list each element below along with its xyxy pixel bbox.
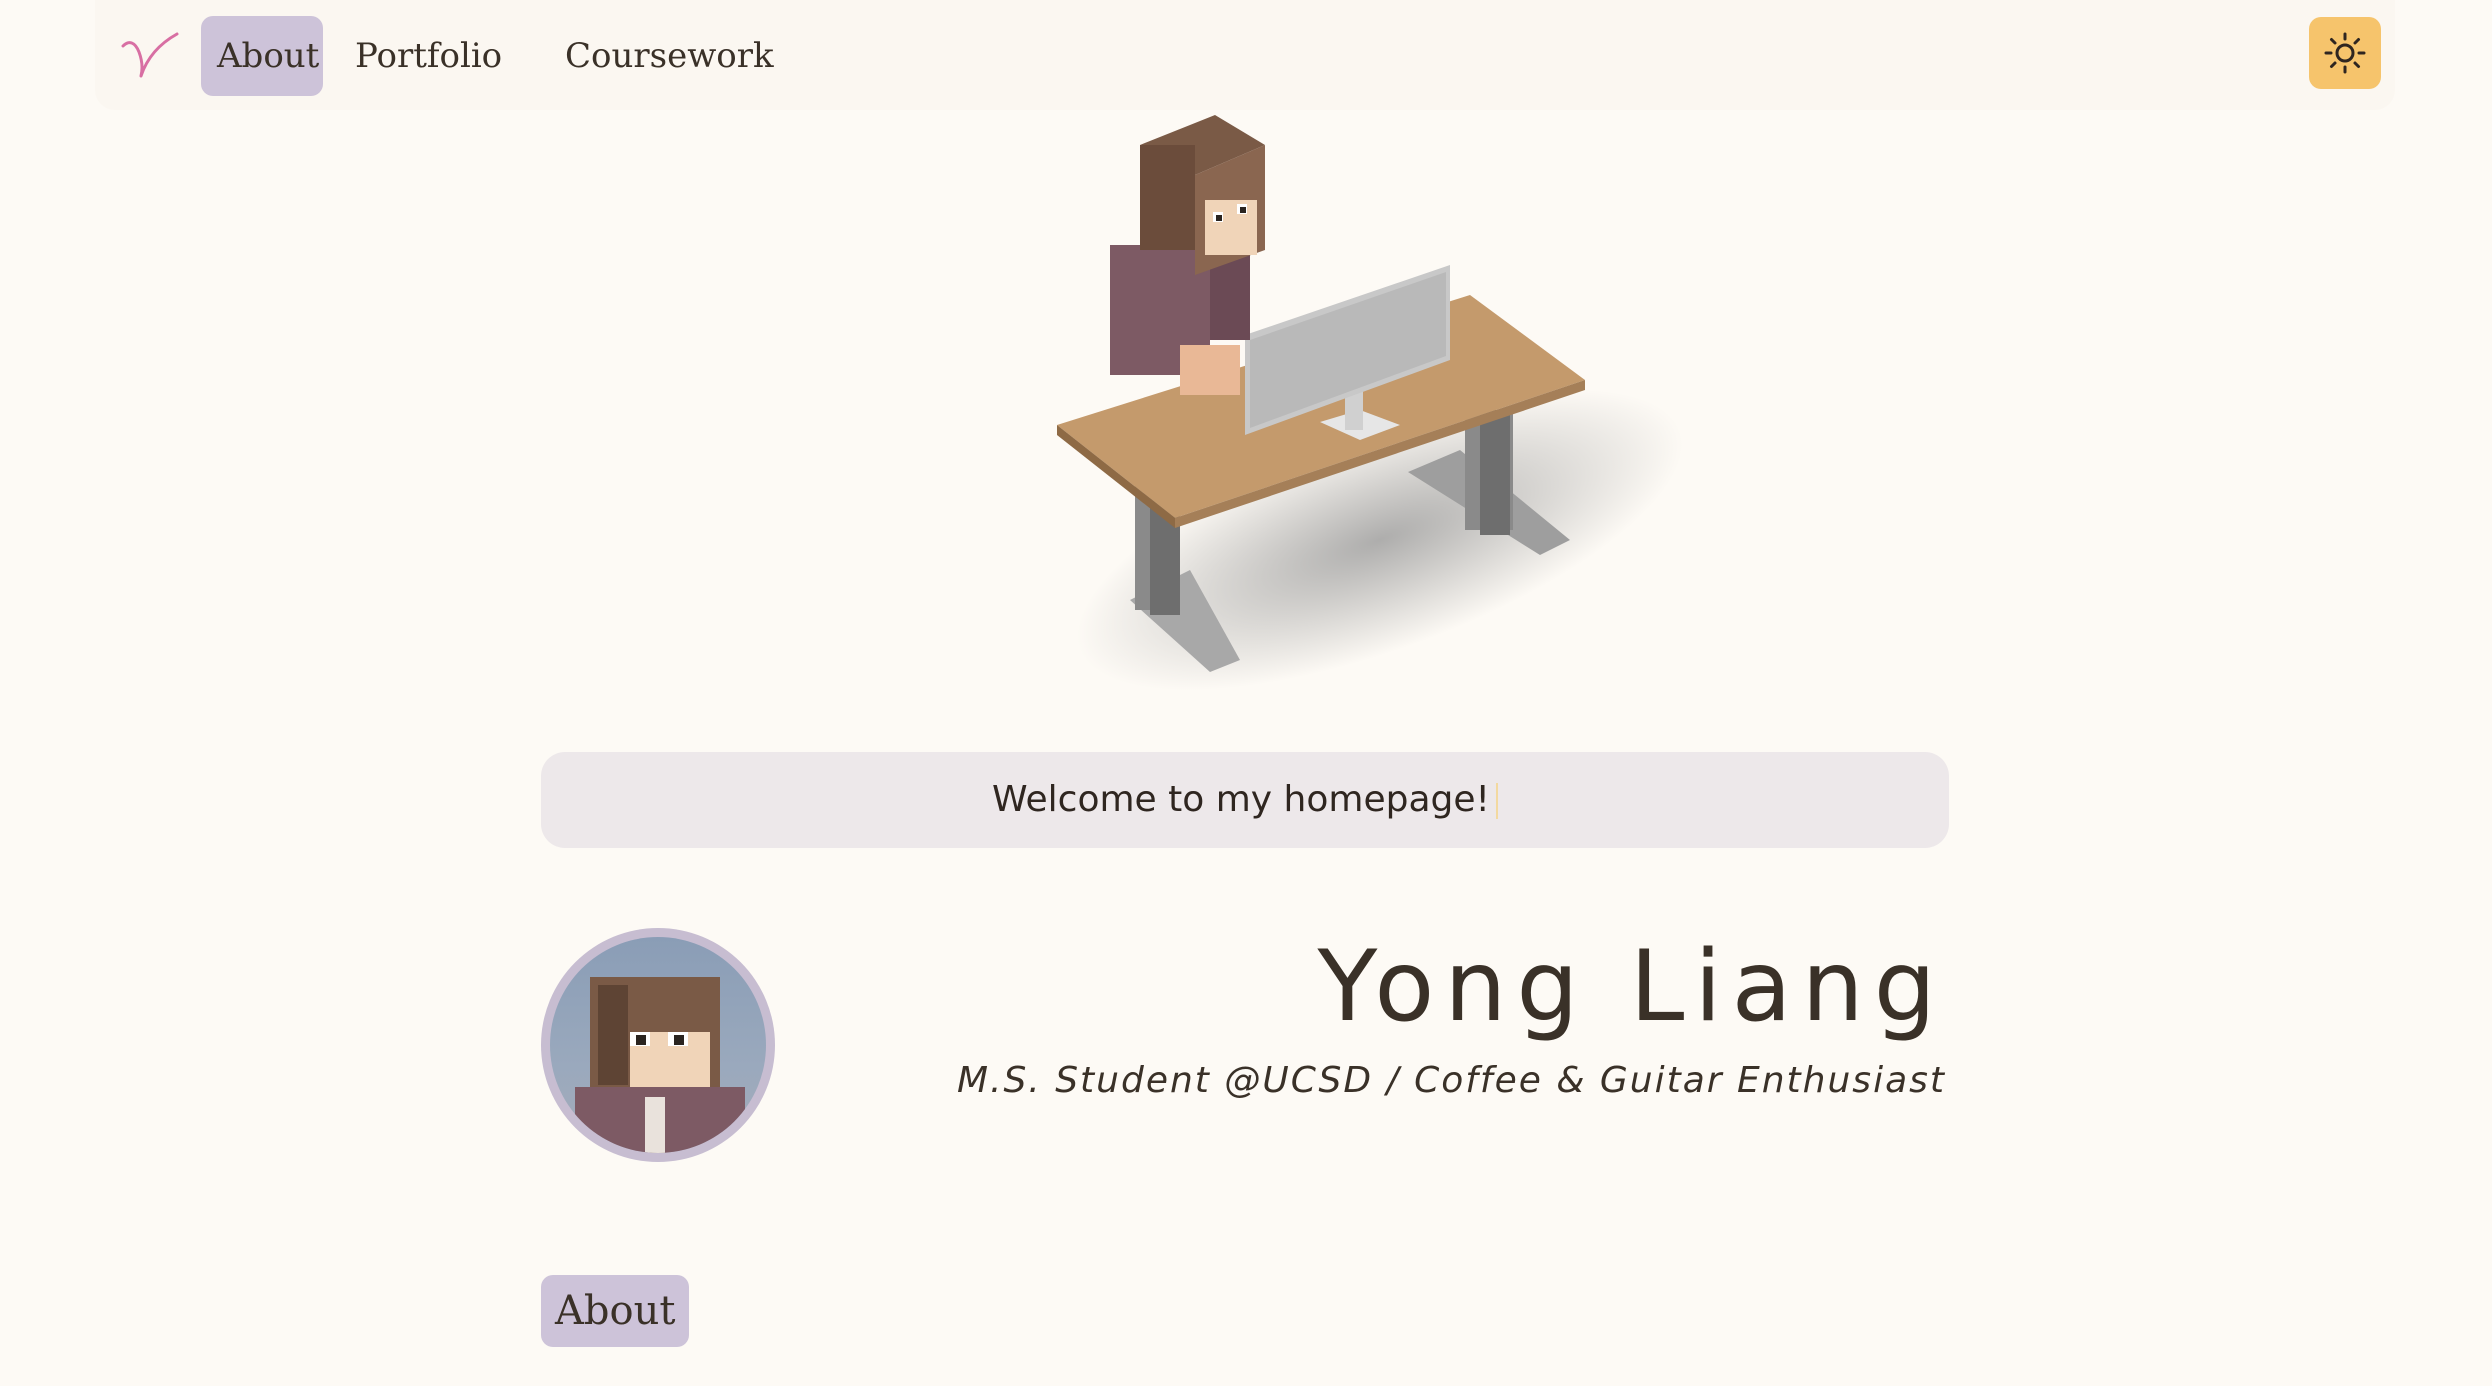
top-navbar: About Portfolio Coursework bbox=[95, 0, 2395, 110]
minecraft-avatar-icon bbox=[575, 977, 745, 1153]
about-section-heading: About bbox=[541, 1275, 690, 1347]
profile-tagline: M.S. Student @UCSD / Coffee & Guitar Ent… bbox=[956, 1060, 1946, 1101]
nav-link-about[interactable]: About bbox=[201, 16, 323, 96]
welcome-text: Welcome to my homepage! bbox=[992, 779, 1490, 820]
typing-caret bbox=[1495, 783, 1498, 819]
nav-link-coursework[interactable]: Coursework bbox=[565, 16, 774, 96]
nav-link-portfolio[interactable]: Portfolio bbox=[355, 16, 502, 96]
hero-illustration bbox=[1057, 115, 1684, 691]
avatar bbox=[541, 928, 775, 1162]
logo-icon[interactable] bbox=[115, 18, 185, 88]
theme-toggle-button[interactable] bbox=[2309, 17, 2381, 89]
sun-icon bbox=[2324, 32, 2366, 74]
profile-name: Yong Liang bbox=[1317, 930, 1946, 1044]
welcome-banner: Welcome to my homepage! bbox=[541, 752, 1949, 848]
